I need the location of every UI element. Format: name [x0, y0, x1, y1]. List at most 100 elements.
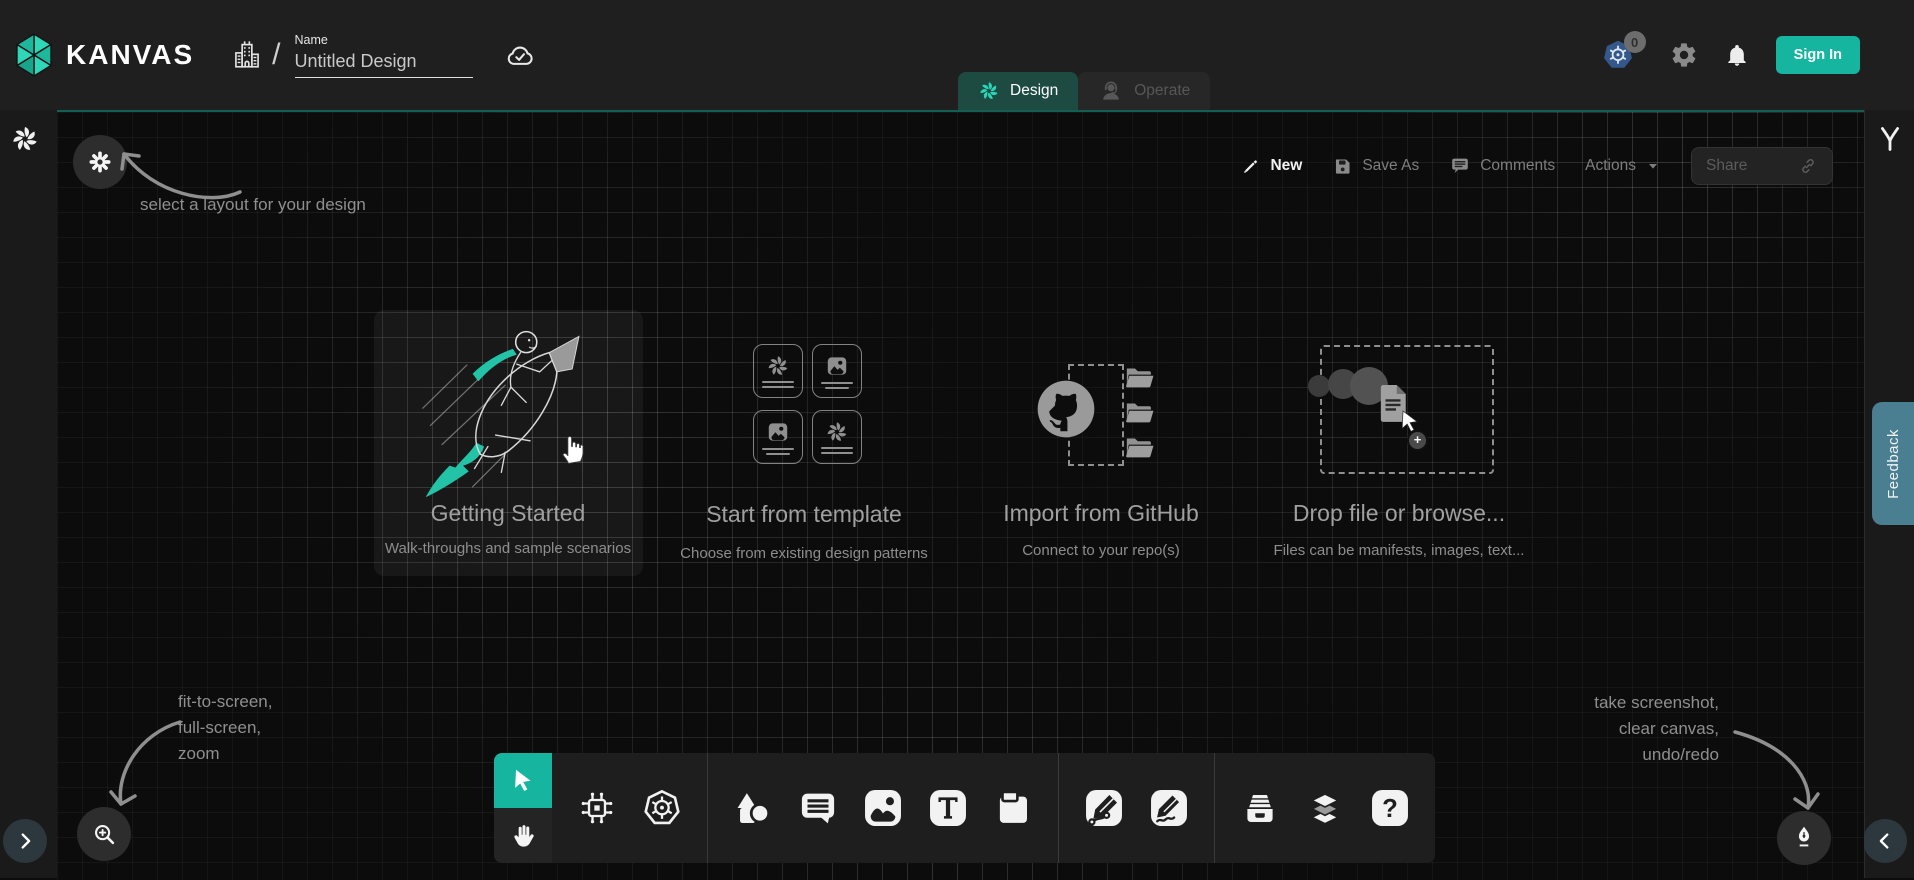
question-icon: ?	[1368, 786, 1412, 830]
template-tile	[753, 344, 803, 398]
card-subtitle: Choose from existing design patterns	[644, 545, 964, 562]
image-tool-button[interactable]	[860, 785, 906, 831]
drawer-icon	[1239, 787, 1281, 829]
layers-tool-button[interactable]	[1302, 785, 1348, 831]
layers-icon	[1304, 787, 1346, 829]
card-subtitle: Connect to your repo(s)	[941, 542, 1261, 559]
pencil-tool-button[interactable]	[1146, 785, 1192, 831]
tab-operate[interactable]: Operate	[1078, 72, 1210, 110]
text-square-icon	[926, 786, 970, 830]
tool-group	[552, 753, 707, 863]
fade-dot	[1308, 375, 1330, 397]
rocket-rider-illustration	[409, 322, 609, 504]
breadcrumb-separator: /	[272, 38, 280, 72]
shapes-tool-button[interactable]	[730, 785, 776, 831]
tab-design-label: Design	[1010, 82, 1058, 100]
spinner-spiral-icon[interactable]	[10, 124, 40, 154]
new-label: New	[1270, 157, 1302, 175]
app-header: KANVAS / Name Design Operate	[0, 0, 1914, 110]
design-canvas[interactable]: select a layout for your design New Save…	[57, 110, 1864, 880]
repo-folder-icon	[1123, 364, 1157, 392]
hint-line: full-screen,	[178, 715, 272, 741]
card-subtitle: Files can be manifests, images, text...	[1239, 542, 1559, 559]
note-tool-button[interactable]	[990, 785, 1036, 831]
notifications-bell-icon[interactable]	[1724, 42, 1750, 68]
comment-bubble-icon	[1449, 155, 1471, 177]
name-label: Name	[295, 33, 473, 47]
organization-icon[interactable]	[230, 37, 264, 73]
zoom-button[interactable]	[77, 807, 131, 861]
hand-icon	[510, 822, 536, 850]
relationship-tool-button[interactable]	[574, 785, 620, 831]
kanvas-hexagon-icon	[14, 32, 54, 78]
header-actions: 0 Sign In	[1600, 0, 1860, 110]
add-file-plus-badge: +	[1407, 430, 1428, 451]
bottom-toolbar: ?	[494, 753, 1435, 863]
template-tile	[812, 344, 862, 398]
card-subtitle: Walk-throughs and sample scenarios	[348, 540, 668, 557]
drawer-tool-button[interactable]	[1237, 785, 1283, 831]
zoom-hint-text: fit-to-screen, full-screen, zoom	[178, 689, 272, 767]
brand-name: KANVAS	[66, 39, 194, 71]
help-tool-button[interactable]: ?	[1367, 785, 1413, 831]
hint-line: undo/redo	[1419, 742, 1719, 768]
operator-headset-icon	[1098, 78, 1124, 104]
pan-tool-button[interactable]	[494, 808, 552, 863]
floppy-disk-icon	[1332, 156, 1353, 177]
repo-folder-icon	[1123, 399, 1157, 427]
card-start-from-template[interactable]	[753, 344, 862, 464]
design-name-input[interactable]	[295, 49, 473, 78]
kubernetes-tool-button[interactable]	[639, 785, 685, 831]
mode-tabs: Design Operate	[958, 72, 1210, 110]
actions-dropdown[interactable]: Actions	[1585, 157, 1661, 175]
github-octocat-icon[interactable]	[1032, 375, 1100, 443]
circuit-icon	[577, 788, 617, 828]
feedback-tab[interactable]: Feedback	[1872, 402, 1914, 525]
spiral-template-icon	[825, 420, 849, 444]
pen-tool-button[interactable]	[1081, 785, 1127, 831]
tab-design[interactable]: Design	[958, 72, 1078, 110]
sign-in-button[interactable]: Sign In	[1776, 36, 1860, 74]
asterisk-icon	[87, 149, 113, 175]
template-tile	[753, 410, 803, 464]
screenshot-hint-arrow-icon	[1725, 722, 1835, 820]
expand-left-panel-button[interactable]	[3, 819, 47, 863]
pencil-icon	[1241, 156, 1261, 176]
comments-button[interactable]: Comments	[1449, 155, 1555, 177]
kubernetes-status[interactable]: 0	[1600, 37, 1644, 73]
image-square-icon	[861, 786, 905, 830]
select-tool-button[interactable]	[494, 753, 552, 808]
cursor-arrow-icon	[510, 767, 536, 795]
screenshot-pen-button[interactable]	[1777, 811, 1831, 865]
comment-tool-button[interactable]	[795, 785, 841, 831]
new-button[interactable]: New	[1241, 156, 1302, 176]
comments-label: Comments	[1480, 157, 1555, 175]
y-logo-icon[interactable]	[1876, 124, 1904, 154]
design-name-field: Name	[295, 33, 473, 78]
svg-text:?: ?	[1382, 795, 1398, 823]
text-tool-button[interactable]	[925, 785, 971, 831]
tool-group	[1059, 753, 1214, 863]
save-as-label: Save As	[1362, 157, 1419, 175]
screenshot-hint-text: take screenshot, clear canvas, undo/redo	[1419, 690, 1719, 768]
card-title[interactable]: Import from GitHub	[941, 500, 1261, 527]
actions-label: Actions	[1585, 157, 1636, 175]
design-spiral-icon	[978, 80, 1000, 102]
left-rail	[0, 110, 58, 878]
expand-right-panel-button[interactable]	[1863, 819, 1907, 863]
share-button[interactable]: Share	[1691, 147, 1833, 185]
card-title[interactable]: Drop file or browse...	[1239, 500, 1559, 527]
tool-select-pan-column	[494, 753, 552, 863]
tool-group	[708, 753, 1058, 863]
pencil-scribble-icon	[1147, 786, 1191, 830]
card-getting-started[interactable]: Getting Started Walk-throughs and sample…	[374, 310, 643, 576]
hint-line: zoom	[178, 741, 272, 767]
settings-gear-icon[interactable]	[1670, 41, 1698, 69]
card-title[interactable]: Start from template	[644, 501, 964, 528]
spiral-template-icon	[766, 354, 790, 378]
brand-logo[interactable]: KANVAS	[0, 32, 194, 78]
card-title: Getting Started	[348, 500, 668, 527]
share-label: Share	[1706, 157, 1747, 175]
save-as-button[interactable]: Save As	[1332, 156, 1419, 177]
chevron-right-icon	[14, 830, 36, 852]
